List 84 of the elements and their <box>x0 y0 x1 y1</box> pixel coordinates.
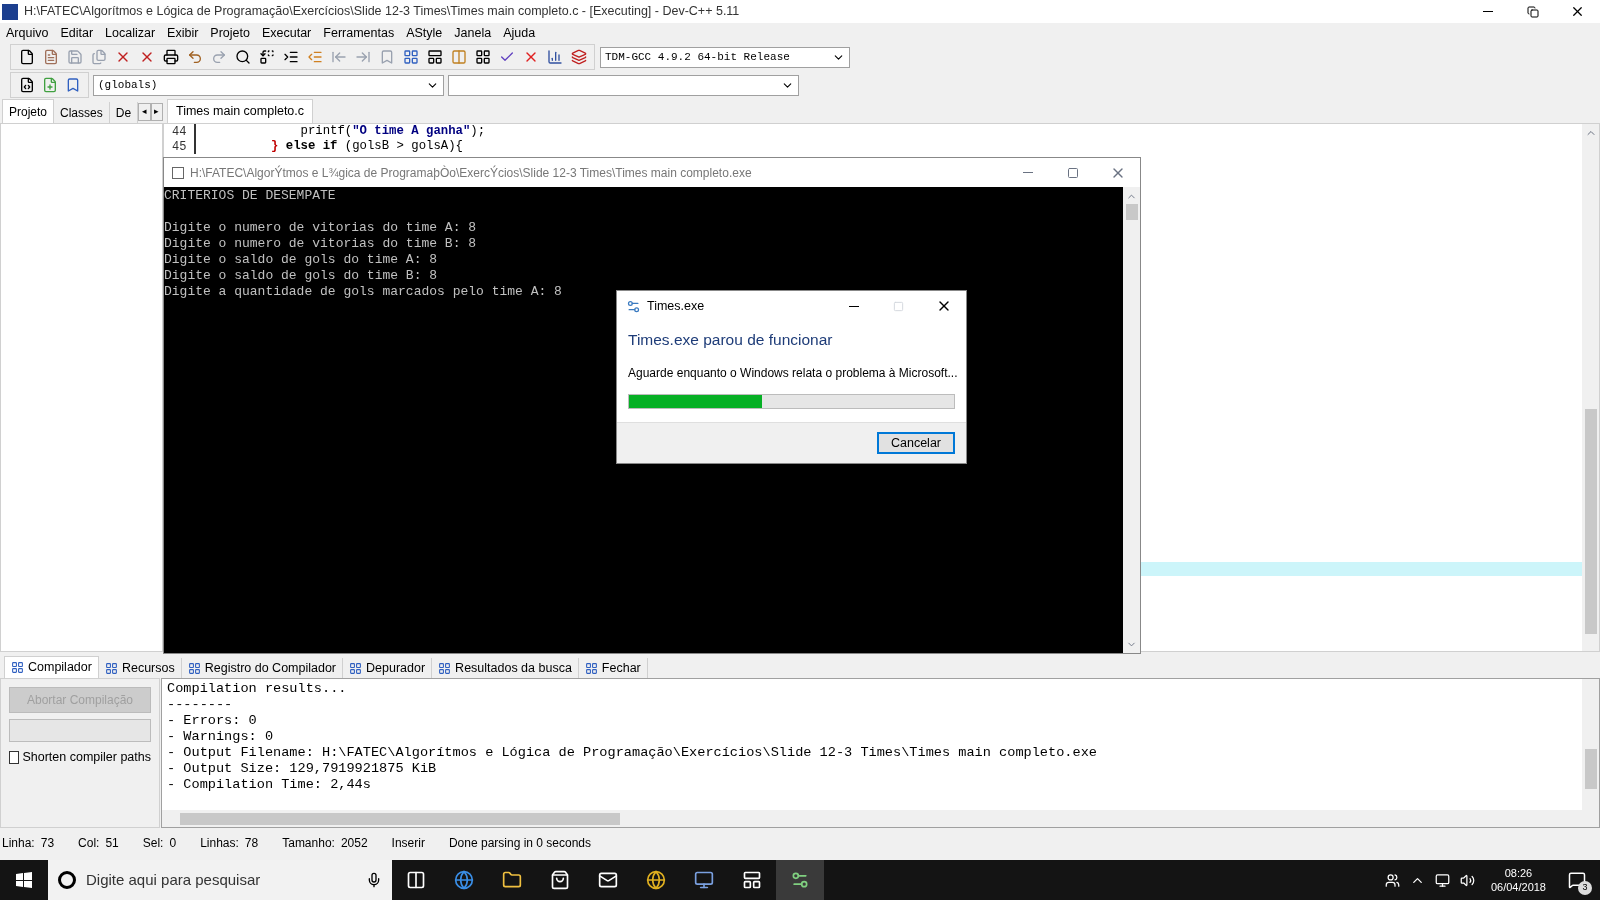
menu-item[interactable]: Ferramentas <box>317 23 401 43</box>
console-line: Digite o numero de vitorias do time B: 8 <box>164 236 478 252</box>
function-select[interactable] <box>448 74 799 96</box>
panel-tab[interactable]: Compilador <box>4 656 99 678</box>
notification-count: 3 <box>1578 881 1592 895</box>
log-line: - Errors: 0 <box>167 713 258 729</box>
minimize-icon <box>1022 172 1033 173</box>
editor-tab[interactable]: Times main completo.c <box>167 99 314 123</box>
panel-tab[interactable]: Projeto <box>2 99 55 123</box>
cancel-button[interactable]: Cancelar <box>877 432 955 454</box>
window-title: H:\FATEC\Algorítmos e Lógica de Programação\Exercícios\Slide 12-3 Times\Times main completo.c - [Executing] - Dev-C++ 5.11 <box>24 3 740 21</box>
line-number: 44 <box>171 123 188 141</box>
minimize-icon <box>848 305 859 307</box>
tab-icon <box>349 661 363 675</box>
scrollbar[interactable] <box>162 810 1599 827</box>
scope-select[interactable]: (globals) <box>93 74 444 96</box>
notifications-icon[interactable] <box>1568 871 1586 889</box>
status-text: Done parsing in 0 seconds <box>448 835 592 852</box>
dialog-heading: Times.exe parou de funcionar <box>628 330 834 350</box>
menu-item[interactable]: Localizar <box>99 23 162 43</box>
maximize-icon <box>893 300 904 312</box>
console-line: Digite o numero de vitorias do time A: 8 <box>164 220 478 236</box>
compiler-select[interactable]: TDM-GCC 4.9.2 64-bit Release <box>600 46 850 68</box>
checkbox[interactable] <box>9 750 20 764</box>
windows-icon <box>16 872 32 888</box>
console-line: CRITERIOS DE DESEMPATE <box>164 188 337 204</box>
status-label: Linha: <box>2 835 35 852</box>
console-line: Digite o saldo de gols do time A: 8 <box>164 252 439 268</box>
log-line: Compilation results... <box>167 681 348 697</box>
scroll-thumb[interactable] <box>1125 204 1138 220</box>
restore-icon <box>1526 5 1539 18</box>
tab-scroll-button[interactable]: ◂ <box>138 103 151 121</box>
menu-item[interactable]: Projeto <box>204 23 256 43</box>
minimize-icon <box>1482 11 1493 12</box>
log-line: -------- <box>167 697 234 713</box>
log-line: - Output Filename: H:\FATEC\Algorítmos e Lógica de Programação\Exercícios\Slide 12-3 Times\Times main completo.exe <box>167 745 1098 761</box>
status-label: Col: <box>78 835 100 852</box>
tab-icon <box>584 661 598 675</box>
line-number: 45 <box>171 138 188 156</box>
menu-item[interactable]: Janela <box>448 23 498 43</box>
speaker-icon[interactable] <box>1459 872 1475 888</box>
log-line: - Output Size: 129,7919921875 KiB <box>167 761 438 777</box>
status-value: 0 <box>169 835 177 852</box>
dialog-title: Times.exe <box>647 297 705 315</box>
status-value: 2052 <box>340 835 368 852</box>
status-label: Linhas: <box>200 835 239 852</box>
console-line: Digite o saldo de gols do time B: 8 <box>164 268 439 284</box>
microphone-icon <box>366 872 382 888</box>
cortana-icon <box>58 871 76 889</box>
clock-time[interactable]: 08:26 <box>1504 866 1533 880</box>
menu-item[interactable]: Exibir <box>161 23 205 43</box>
network-icon[interactable] <box>1434 872 1450 888</box>
log-line: - Compilation Time: 2,44s <box>167 777 372 793</box>
maximize-icon <box>1066 166 1079 179</box>
console-icon <box>172 166 184 179</box>
tab-icon <box>11 661 24 674</box>
console-title: H:\FATEC\AlgorÝtmos e L¾gica de ProgramaþÒo\ExercÝcios\Slide 12-3 Times\Times main completo.exe <box>190 164 752 182</box>
close-icon <box>1570 4 1585 19</box>
scrollbar[interactable] <box>1582 124 1599 651</box>
status-text: Inserir <box>391 835 425 852</box>
log-line: - Warnings: 0 <box>167 729 275 745</box>
status-value: 51 <box>105 835 119 852</box>
dialog-message: Aguarde enquanto o Windows relata o problema à Microsoft... <box>628 365 955 383</box>
scrollbar[interactable] <box>1123 187 1140 653</box>
status-value: 78 <box>244 835 259 852</box>
status-label: Tamanho: <box>282 835 335 852</box>
menu-item[interactable]: AStyle <box>400 23 449 43</box>
menu-item[interactable]: Arquivo <box>0 23 55 43</box>
tab-icon <box>104 661 118 675</box>
console-line: Digite a quantidade de gols marcados pelo time A: 8 <box>164 284 563 300</box>
code-line: printf("O time A ganha"); <box>299 123 486 140</box>
menu-item[interactable]: Editar <box>54 23 100 43</box>
tab-icon <box>438 661 452 675</box>
tab-icon <box>187 661 201 675</box>
code-line: } else if (golsB > golsA){ <box>270 138 463 156</box>
clock-date[interactable]: 06/04/2018 <box>1490 880 1546 894</box>
checkbox-label: Shorten compiler paths <box>22 749 151 766</box>
people-icon[interactable] <box>1384 872 1400 888</box>
taskbar-search-field[interactable]: Digite aqui para pesquisar <box>48 860 392 900</box>
status-label: Sel: <box>142 835 164 852</box>
status-value: 73 <box>40 835 55 852</box>
menu-item[interactable]: Ajuda <box>497 23 542 43</box>
scrollbar[interactable] <box>1582 679 1599 810</box>
menu-item[interactable]: Executar <box>255 23 318 43</box>
